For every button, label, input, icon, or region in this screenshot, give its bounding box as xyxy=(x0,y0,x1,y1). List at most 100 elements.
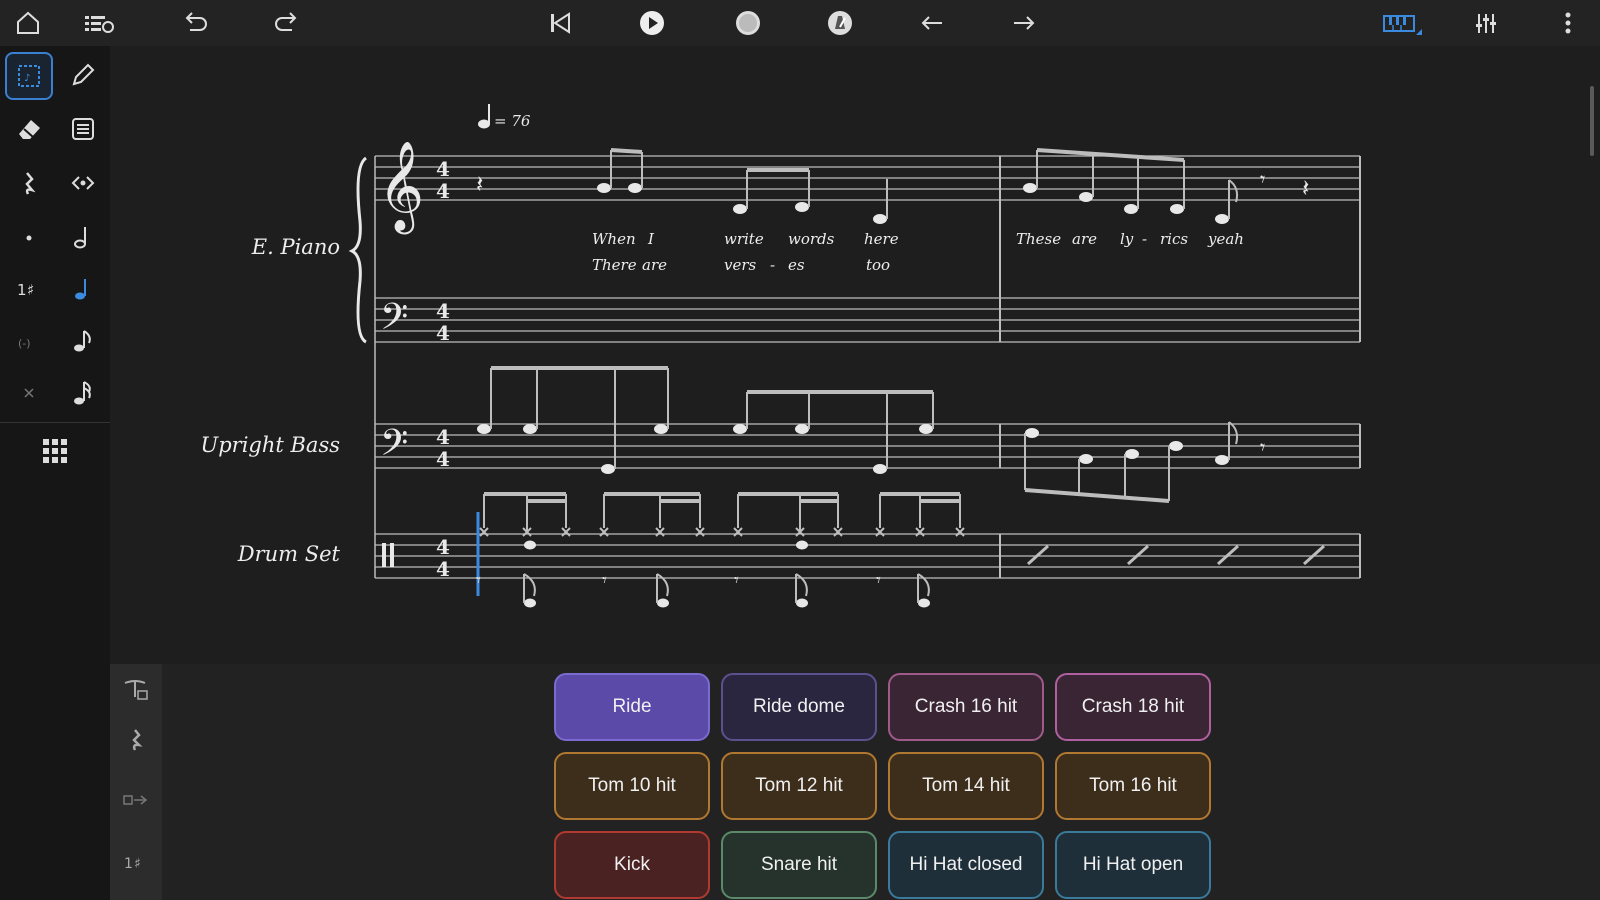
drum-notes-measure-1[interactable]: 𝄾 𝄾 𝄾 𝄾 xyxy=(476,492,965,608)
svg-text:4: 4 xyxy=(436,179,450,203)
bass-notes-measure-1[interactable] xyxy=(477,366,934,474)
svg-text:𝄽: 𝄽 xyxy=(476,170,483,198)
tempo-marking: = 76 xyxy=(478,104,531,130)
sixteenth-note-tool[interactable] xyxy=(58,368,108,418)
drum-rest-icon[interactable] xyxy=(120,720,152,760)
svg-text:are: are xyxy=(1072,230,1097,248)
repeat-icon[interactable] xyxy=(120,780,152,820)
svg-text:𝄾: 𝄾 xyxy=(1260,435,1265,459)
drum-pad[interactable]: Kick xyxy=(554,831,710,899)
time-signatures: 44 44 44 44 xyxy=(436,157,450,581)
record-icon[interactable] xyxy=(728,4,768,42)
tie-tool[interactable] xyxy=(4,368,54,418)
redo-icon[interactable] xyxy=(266,4,306,42)
instrument-name-drum-set[interactable]: Drum Set xyxy=(237,542,341,566)
svg-text:4: 4 xyxy=(436,299,450,323)
svg-text:4: 4 xyxy=(436,557,450,581)
svg-text:ly: ly xyxy=(1120,230,1134,248)
eighth-note-tool[interactable] xyxy=(58,316,108,366)
tuplet-tool[interactable]: (-) xyxy=(4,316,54,366)
svg-text:𝄾: 𝄾 xyxy=(876,570,881,591)
more-vertical-icon[interactable] xyxy=(1548,4,1588,42)
score-canvas[interactable]: = 76 𝄞 𝄢 𝄢 4 4 4 4 4 4 4 4 E. Piano Upri… xyxy=(110,46,1600,664)
pencil-tool[interactable] xyxy=(58,50,108,100)
bass-notes-measure-2[interactable]: 𝄾 xyxy=(1024,421,1265,503)
lyrics[interactable]: When I write words here There are vers -… xyxy=(592,230,1244,274)
ride-cymbal-icon[interactable] xyxy=(120,670,152,710)
piano-notes-measure-2[interactable]: 𝄾 𝄽 xyxy=(1023,148,1309,224)
dot-tool[interactable] xyxy=(4,212,54,262)
skip-to-start-icon[interactable] xyxy=(540,4,580,42)
drum-slashes-measure-2[interactable] xyxy=(1026,544,1326,566)
eraser-tool[interactable] xyxy=(4,104,54,154)
svg-text:4: 4 xyxy=(436,447,450,471)
metronome-icon[interactable] xyxy=(820,4,860,42)
svg-text:These: These xyxy=(1016,230,1061,248)
arrow-left-icon[interactable] xyxy=(912,4,952,42)
piano-treble-staff xyxy=(375,155,1361,342)
drum-pad[interactable]: Hi Hat open xyxy=(1055,831,1211,899)
drum-pad[interactable]: Ride xyxy=(554,673,710,741)
svg-text:here: here xyxy=(864,230,899,248)
svg-text:♪: ♪ xyxy=(24,73,30,84)
svg-text:= 76: = 76 xyxy=(494,112,531,130)
top-toolbar xyxy=(0,0,1600,46)
svg-text:4: 4 xyxy=(436,321,450,345)
svg-text:𝄽: 𝄽 xyxy=(1302,174,1309,202)
pad-accidental-icon[interactable]: 1 ♯ xyxy=(120,842,152,882)
mixer-icon[interactable] xyxy=(1466,4,1506,42)
drum-pad[interactable]: Tom 16 hit xyxy=(1055,752,1211,820)
svg-text:♯: ♯ xyxy=(134,856,141,872)
svg-text:write: write xyxy=(724,230,764,248)
undo-icon[interactable] xyxy=(176,4,216,42)
instrument-name-upright-bass[interactable]: Upright Bass xyxy=(201,433,341,457)
svg-text:♯: ♯ xyxy=(27,281,34,299)
play-icon[interactable] xyxy=(632,4,672,42)
piano-bass-staff xyxy=(375,297,1360,343)
percussion-clef xyxy=(382,543,394,567)
select-tool[interactable]: ♪ xyxy=(5,52,53,100)
svg-text:4: 4 xyxy=(436,535,450,559)
half-note-tool[interactable] xyxy=(58,212,108,262)
drum-pad[interactable]: Snare hit xyxy=(721,831,877,899)
arrow-right-icon[interactable] xyxy=(1004,4,1044,42)
flip-tool[interactable] xyxy=(58,158,108,208)
piano-brace xyxy=(348,156,368,344)
grid-menu[interactable] xyxy=(30,426,80,476)
svg-text:𝄾: 𝄾 xyxy=(476,570,481,591)
upright-bass-staff xyxy=(375,423,1361,469)
svg-text:es: es xyxy=(788,256,805,274)
bass-clef: 𝄢 xyxy=(380,296,408,347)
drum-pad[interactable]: Ride dome xyxy=(721,673,877,741)
instrument-name-e-piano[interactable]: E. Piano xyxy=(251,235,340,259)
score-scrollbar[interactable] xyxy=(1590,86,1594,156)
drum-pad[interactable]: Hi Hat closed xyxy=(888,831,1044,899)
drum-pad[interactable]: Crash 16 hit xyxy=(888,673,1044,741)
drum-pad[interactable]: Tom 14 hit xyxy=(888,752,1044,820)
drum-pad[interactable]: Tom 10 hit xyxy=(554,752,710,820)
quarter-note-tool[interactable] xyxy=(58,264,108,314)
svg-text:4: 4 xyxy=(436,425,450,449)
drum-pad[interactable]: Tom 12 hit xyxy=(721,752,877,820)
library-icon[interactable] xyxy=(80,4,120,42)
piano-notes-measure-1[interactable]: 𝄽 xyxy=(476,148,888,224)
tool-sidebar: ♪ 1 ♯ (-) xyxy=(0,46,110,900)
svg-text:𝄾: 𝄾 xyxy=(602,570,607,591)
svg-text:(-): (-) xyxy=(18,337,31,350)
svg-text:I: I xyxy=(647,230,655,248)
clipboard-tool[interactable] xyxy=(58,104,108,154)
rest-tool[interactable] xyxy=(4,158,54,208)
grid-icon xyxy=(43,439,67,463)
svg-text:vers: vers xyxy=(724,256,757,274)
drum-pad[interactable]: Crash 18 hit xyxy=(1055,673,1211,741)
accidental-tool[interactable]: 1 ♯ xyxy=(4,264,54,314)
treble-clef: 𝄞 xyxy=(378,141,424,235)
home-icon[interactable] xyxy=(8,4,48,42)
svg-text:1: 1 xyxy=(124,856,133,872)
piano-keyboard-icon[interactable] xyxy=(1372,4,1432,42)
svg-text:yeah: yeah xyxy=(1207,230,1244,248)
svg-text:𝄾: 𝄾 xyxy=(1260,167,1265,191)
svg-text:4: 4 xyxy=(436,157,450,181)
pad-side-tools: 1 ♯ xyxy=(110,664,162,900)
svg-text:There: There xyxy=(592,256,637,274)
